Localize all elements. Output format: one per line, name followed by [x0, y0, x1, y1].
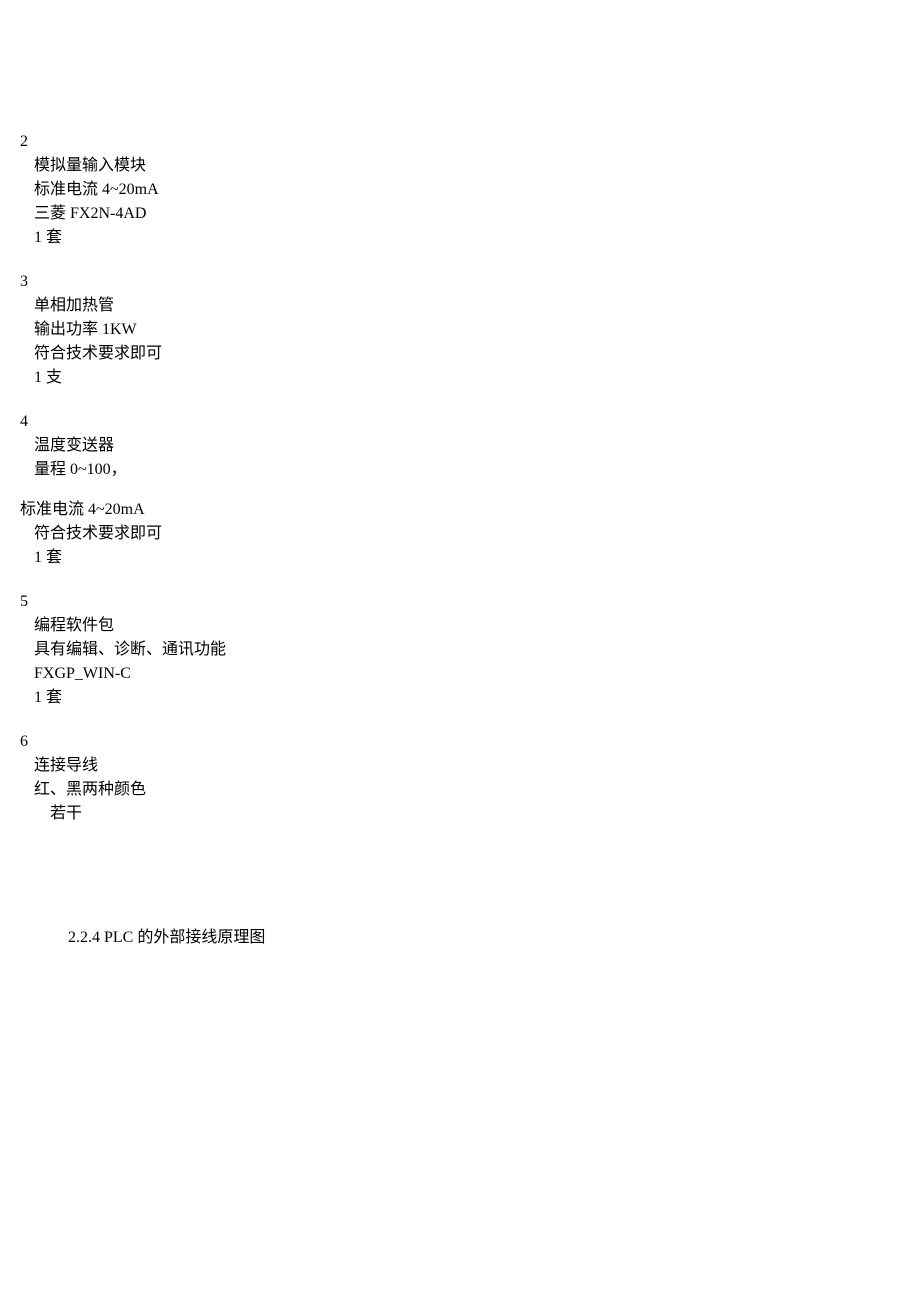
item-name: 编程软件包: [34, 614, 920, 638]
item-6: 6 连接导线 红、黑两种颜色 若干: [20, 730, 920, 826]
item-model: 符合技术要求即可: [34, 522, 920, 546]
section-heading: 2.2.4 PLC 的外部接线原理图: [68, 926, 920, 950]
item-qty: 若干: [50, 802, 920, 826]
item-number: 4: [20, 410, 920, 434]
item-name: 模拟量输入模块: [34, 154, 920, 178]
item-qty: 1 套: [34, 686, 920, 710]
item-spec: 输出功率 1KW: [34, 318, 920, 342]
item-5: 5 编程软件包 具有编辑、诊断、通讯功能 FXGP_WIN-C 1 套: [20, 590, 920, 710]
item-4: 4 温度变送器 量程 0~100， 标准电流 4~20mA 符合技术要求即可 1…: [20, 410, 920, 570]
item-2: 2 模拟量输入模块 标准电流 4~20mA 三菱 FX2N-4AD 1 套: [20, 130, 920, 250]
item-qty: 1 支: [34, 366, 920, 390]
item-name: 单相加热管: [34, 294, 920, 318]
document-body: 2 模拟量输入模块 标准电流 4~20mA 三菱 FX2N-4AD 1 套 3 …: [0, 0, 920, 950]
item-model: 三菱 FX2N-4AD: [34, 202, 920, 226]
item-number: 5: [20, 590, 920, 614]
item-number: 6: [20, 730, 920, 754]
item-qty: 1 套: [34, 226, 920, 250]
item-spec: 标准电流 4~20mA: [34, 178, 920, 202]
item-name: 连接导线: [34, 754, 920, 778]
item-model: FXGP_WIN-C: [34, 662, 920, 686]
item-spec: 量程 0~100，: [34, 458, 920, 482]
item-3: 3 单相加热管 输出功率 1KW 符合技术要求即可 1 支: [20, 270, 920, 390]
item-model: 符合技术要求即可: [34, 342, 920, 366]
item-spec: 红、黑两种颜色: [34, 778, 920, 802]
blank-line: [20, 482, 920, 498]
item-spec2: 标准电流 4~20mA: [20, 498, 920, 522]
item-qty: 1 套: [34, 546, 920, 570]
item-name: 温度变送器: [34, 434, 920, 458]
item-number: 3: [20, 270, 920, 294]
item-spec: 具有编辑、诊断、通讯功能: [34, 638, 920, 662]
item-number: 2: [20, 130, 920, 154]
